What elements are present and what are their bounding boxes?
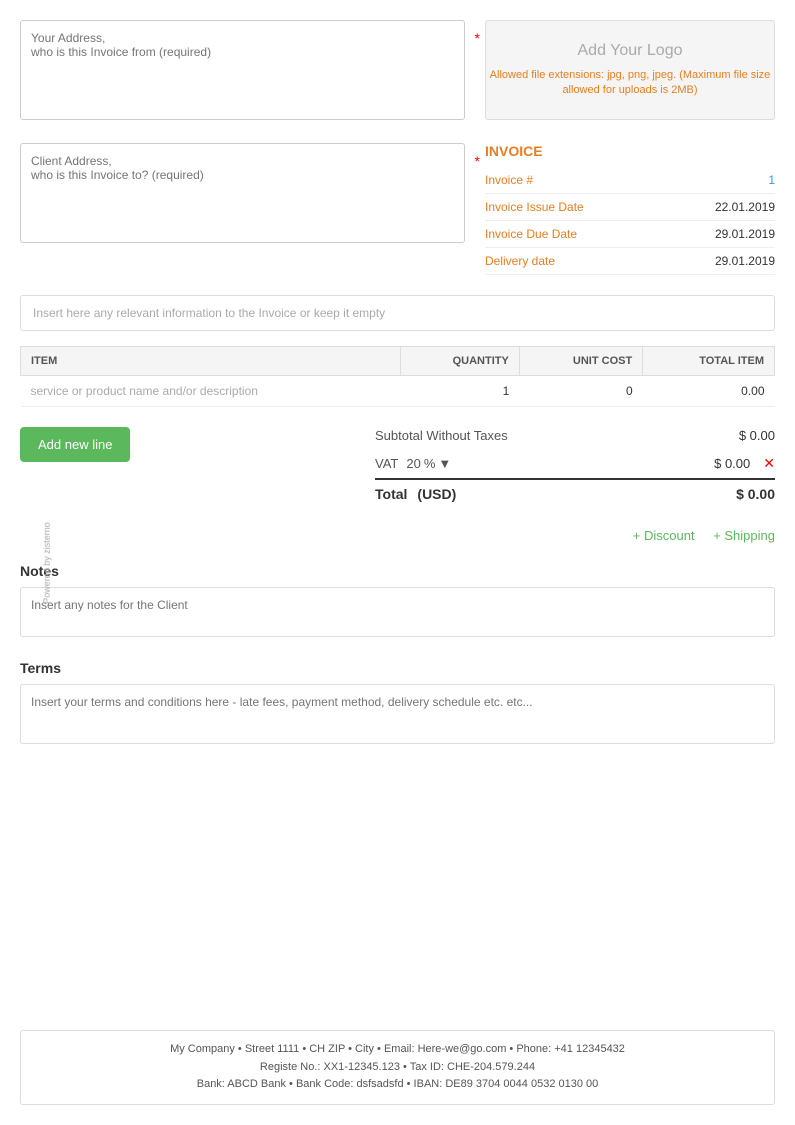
info-bar-text: Insert here any relevant information to … [33, 306, 385, 320]
client-section: * INVOICE Invoice # 1 Invoice Issue Date… [20, 143, 775, 275]
powered-by-label: Powered by zisterno [42, 522, 52, 604]
footer-line3: Bank: ABCD Bank • Bank Code: dsfsadsfd •… [31, 1076, 764, 1094]
logo-subtitle: Allowed file extensions: jpg, png, jpeg.… [486, 68, 774, 99]
vat-dropdown-icon[interactable]: ▼ [438, 456, 451, 471]
invoice-due-label: Invoice Due Date [485, 227, 577, 241]
invoice-issue-value[interactable]: 22.01.2019 [715, 200, 775, 214]
total-currency: (USD) [417, 486, 456, 502]
vat-label: VAT [375, 456, 398, 471]
col-header-unit-cost: UNIT COST [519, 347, 642, 376]
col-header-total: TOTAL ITEM [643, 347, 775, 376]
shipping-link[interactable]: + Shipping [713, 528, 775, 543]
item-description[interactable]: service or product name and/or descripti… [21, 376, 401, 407]
from-address-required: * [475, 30, 480, 46]
notes-label: Notes [20, 563, 775, 579]
invoice-issue-label: Invoice Issue Date [485, 200, 584, 214]
subtotal-row: Subtotal Without Taxes $ 0.00 [375, 422, 775, 449]
terms-input[interactable] [20, 684, 775, 744]
vat-symbol: % [424, 456, 436, 471]
invoice-number-value[interactable]: 1 [768, 173, 775, 187]
invoice-row-issue: Invoice Issue Date 22.01.2019 [485, 194, 775, 221]
logo-block[interactable]: Add Your Logo Allowed file extensions: j… [485, 20, 775, 120]
vat-percent-display: 20 % ▼ [406, 456, 451, 471]
logo-title: Add Your Logo [578, 42, 683, 60]
invoice-label: INVOICE [485, 143, 775, 159]
footer: My Company • Street 1111 • CH ZIP • City… [20, 1030, 775, 1105]
top-section: * Add Your Logo Allowed file extensions:… [20, 20, 775, 123]
info-bar[interactable]: Insert here any relevant information to … [20, 295, 775, 331]
vat-row: VAT 20 % ▼ $ 0.00 ✕ [375, 449, 775, 478]
item-unit-cost[interactable]: 0 [519, 376, 642, 407]
footer-line1: My Company • Street 1111 • CH ZIP • City… [31, 1041, 764, 1059]
invoice-number-label: Invoice # [485, 173, 533, 187]
from-address-block: * [20, 20, 465, 123]
footer-line2: Registe No.: XX1-12345.123 • Tax ID: CHE… [31, 1059, 764, 1077]
invoice-delivery-value[interactable]: 29.01.2019 [715, 254, 775, 268]
vat-delete-icon[interactable]: ✕ [763, 455, 775, 472]
bottom-section: Add new line Subtotal Without Taxes $ 0.… [20, 422, 775, 508]
invoice-due-value[interactable]: 29.01.2019 [715, 227, 775, 241]
terms-label: Terms [20, 660, 775, 676]
terms-section: Terms [20, 660, 775, 747]
invoice-details: INVOICE Invoice # 1 Invoice Issue Date 2… [485, 143, 775, 275]
table-row: service or product name and/or descripti… [21, 376, 775, 407]
col-header-quantity: QUANTITY [401, 347, 520, 376]
vat-value: $ 0.00 [714, 456, 750, 471]
notes-section: Notes [20, 563, 775, 640]
discount-shipping-section: + Discount + Shipping [20, 523, 775, 548]
total-label: Total [375, 486, 407, 502]
col-header-item: ITEM [21, 347, 401, 376]
client-address-block: * [20, 143, 465, 275]
vat-percent-value[interactable]: 20 [406, 456, 420, 471]
invoice-row-delivery: Delivery date 29.01.2019 [485, 248, 775, 275]
subtotal-value: $ 0.00 [739, 428, 775, 443]
subtotal-label: Subtotal Without Taxes [375, 428, 508, 443]
add-new-line-button[interactable]: Add new line [20, 427, 130, 462]
invoice-row-number: Invoice # 1 [485, 167, 775, 194]
total-row: Total (USD) $ 0.00 [375, 478, 775, 508]
item-total: 0.00 [643, 376, 775, 407]
notes-input[interactable] [20, 587, 775, 637]
discount-link[interactable]: + Discount [633, 528, 695, 543]
invoice-row-due: Invoice Due Date 29.01.2019 [485, 221, 775, 248]
items-table: ITEM QUANTITY UNIT COST TOTAL ITEM servi… [20, 346, 775, 407]
client-address-input[interactable] [20, 143, 465, 243]
client-address-required: * [475, 153, 480, 169]
invoice-delivery-label: Delivery date [485, 254, 555, 268]
item-quantity[interactable]: 1 [401, 376, 520, 407]
totals-section: Subtotal Without Taxes $ 0.00 VAT 20 % ▼… [375, 422, 775, 508]
total-value: $ 0.00 [736, 486, 775, 502]
from-address-input[interactable] [20, 20, 465, 120]
